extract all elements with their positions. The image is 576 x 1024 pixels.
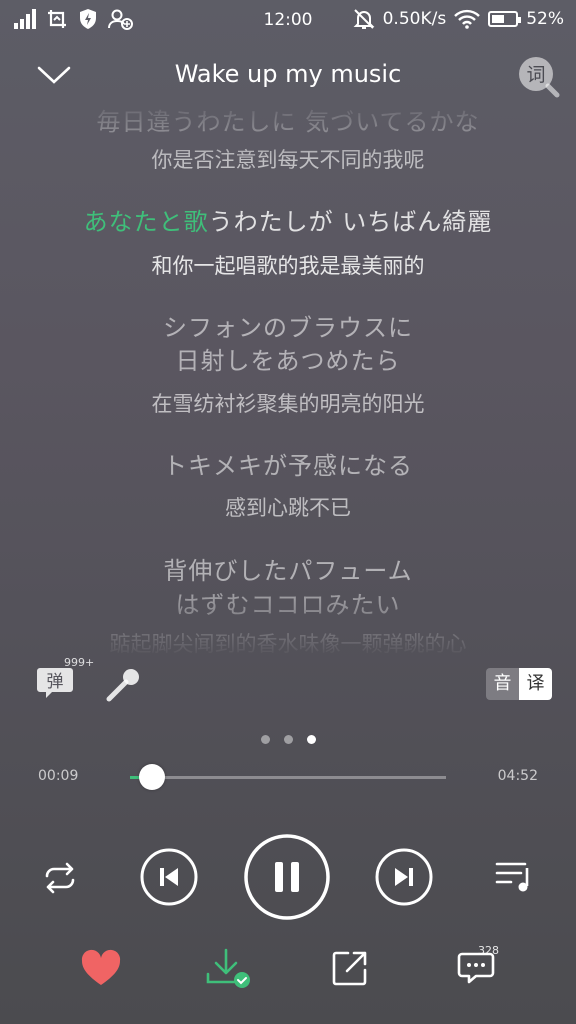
pause-button[interactable] — [243, 833, 331, 921]
status-bar: 12:00 0.50K/s 52% — [0, 0, 576, 40]
lyric-line-jp-active: あなたと歌うわたしが いちばん綺麗 — [0, 202, 576, 237]
microphone-icon[interactable] — [104, 664, 144, 704]
share-icon[interactable] — [330, 948, 370, 988]
lyric-button-label: 词 — [526, 64, 545, 86]
next-button[interactable] — [375, 848, 433, 906]
lyrics-panel[interactable]: 毎日違うわたしに 気づいてるかな 你是否注意到每天不同的我呢 あなたと歌うわたし… — [0, 98, 576, 658]
comment-count: 328 — [478, 944, 499, 957]
lyric-unsung-part: うわたしが いちばん綺麗 — [208, 208, 493, 236]
progress-knob[interactable] — [139, 764, 166, 790]
toggle-translate[interactable]: 译 — [519, 668, 552, 700]
toggle-phonetic[interactable]: 音 — [486, 668, 519, 700]
lyric-sung-part: あなたと歌 — [83, 208, 209, 236]
player-header: Wake up my music 词 — [0, 50, 576, 100]
heart-icon[interactable] — [80, 948, 122, 988]
lyric-search-icon[interactable]: 词 — [516, 54, 560, 98]
translation-toggle[interactable]: 音 译 — [486, 668, 552, 700]
current-time: 00:09 — [38, 768, 79, 784]
wifi-icon — [454, 9, 481, 29]
page-dot — [260, 735, 270, 744]
battery-level — [492, 15, 504, 23]
lyric-line-cn: 踮起脚尖闻到的香水味像一颗弹跳的心 — [109, 632, 467, 656]
danmu-label: 弹 — [47, 672, 64, 692]
progress-bar[interactable] — [130, 764, 446, 790]
lyric-line-jp: 日射しをあつめたら — [175, 347, 401, 375]
net-speed: 0.50K/s — [382, 9, 447, 29]
previous-button[interactable] — [140, 848, 198, 906]
lyric-line-cn: 感到心跳不已 — [225, 496, 351, 520]
playlist-icon[interactable] — [494, 856, 536, 896]
lyric-line-cn-active: 和你一起唱歌的我是最美丽的 — [151, 254, 425, 278]
battery-icon — [488, 11, 522, 27]
lyric-line-cn: 你是否注意到每天不同的我呢 — [151, 148, 425, 172]
lyric-tools: 弹 999+ 音 译 — [0, 656, 576, 712]
lyric-line-jp: はずむココロみたい — [175, 591, 401, 619]
lyric-line-cn: 在雪纺衬衫聚集的明亮的阳光 — [151, 392, 425, 416]
lyric-line-jp: トキメキが予感になる — [163, 452, 413, 480]
lyric-line-jp: 背伸びしたパフューム — [163, 557, 413, 585]
download-icon[interactable] — [204, 946, 254, 992]
lyric-line-jp: シフォンのブラウスに — [163, 314, 413, 342]
battery-percent: 52% — [526, 9, 564, 29]
total-time: 04:52 — [497, 768, 538, 784]
page-dot — [283, 735, 293, 744]
repeat-icon[interactable] — [38, 858, 82, 898]
lyric-line-jp: 毎日違うわたしに 気づいてるかな — [96, 108, 480, 136]
status-right-icons: 0.50K/s 52% — [353, 8, 564, 30]
danmu-count: 999+ — [64, 656, 95, 669]
page-dot — [306, 735, 316, 744]
song-title: Wake up my music — [174, 60, 402, 88]
danmu-icon[interactable]: 弹 — [36, 666, 74, 700]
page-indicator — [0, 735, 576, 744]
mute-bell-icon — [353, 9, 375, 29]
